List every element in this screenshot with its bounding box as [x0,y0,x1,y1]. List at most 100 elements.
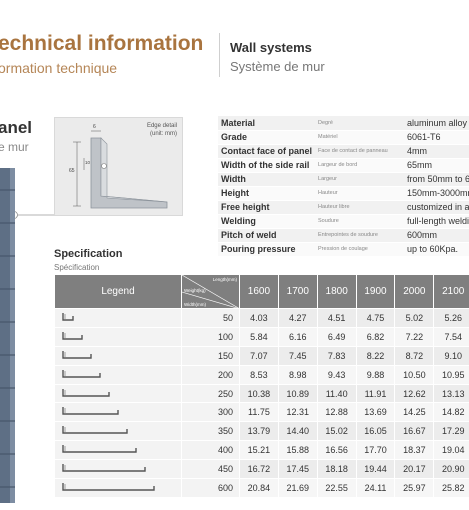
weight-cell: 25.82 [433,478,469,498]
weight-cell: 17.70 [355,440,396,461]
specification-row: 40015.2115.8816.5617.7018.3719.042 [54,440,469,461]
length-header: 1900 [355,274,396,309]
width-cell: 50 [181,308,240,328]
spec-french: Face de contact de panneau [315,144,404,159]
weight-cell: 14.40 [277,421,318,442]
specification-title: Specification [54,248,123,260]
spec-key: Contact face of panel [218,144,316,159]
specification-row: 25010.3810.8911.4011.9112.6213.131 [54,383,469,404]
weight-cell: 15.02 [316,421,357,442]
weight-cell: 21.69 [277,478,318,498]
length-header: 1600 [239,274,279,309]
specification-row: 30011.7512.3112.8813.6914.2514.821 [54,402,469,423]
edge-detail-label-line1: Edge detail [146,123,177,129]
weight-cell: 10.50 [394,364,435,385]
weight-cell: 22.55 [316,478,357,498]
weight-cell: 4.51 [316,308,357,328]
spec-key: Material [218,116,316,131]
spec-row: Grade Matériel 6061-T6 [218,130,469,145]
length-header: 2000 [394,274,435,309]
weight-cell: 6.82 [355,326,396,347]
specification-row: 504.034.274.514.755.025.265 [54,308,469,328]
weight-cell: 19.04 [433,440,469,461]
spec-row: Width Largeur from 50mm to 6 [218,172,469,187]
specification-row: 2008.538.989.439.8810.5010.951 [54,364,469,385]
spec-value: 4mm [403,144,469,159]
weight-cell: 13.79 [239,421,279,442]
weight-cell: 11.75 [239,402,279,423]
spec-key: Pouring pressure [218,242,316,257]
weight-cell: 8.98 [277,364,318,385]
width-cell: 150 [181,345,240,366]
edge-detail-box: Edge detail (unit: mm) 6 65 10 [54,117,183,216]
weight-cell: 10.89 [277,383,318,404]
weight-cell: 24.11 [355,478,396,498]
weight-cell: 12.88 [316,402,357,423]
specification-row: 45016.7217.4518.1819.4420.1720.902 [54,459,469,480]
weight-cell: 8.53 [239,364,279,385]
legend-header: Legend [54,274,182,309]
weight-cell: 10.95 [433,364,469,385]
weight-cell: 7.07 [239,345,279,366]
weight-cell: 18.37 [394,440,435,461]
profile-legend-icon [54,421,182,442]
wall-systems-title: Wall systems [230,40,312,55]
weight-cell: 12.62 [394,383,435,404]
weight-cell: 14.25 [394,402,435,423]
spec-french: Degré [315,116,404,131]
weight-cell: 18.18 [316,459,357,480]
profile-legend-icon [54,345,182,366]
width-cell: 400 [181,440,240,461]
width-cell: 350 [181,421,240,442]
spec-row: Free height Hauteur libre customized in a [218,200,469,215]
profile-legend-icon [54,459,182,480]
spec-row: Pouring pressure Pression de coulage up to… [218,242,469,257]
spec-key: Pitch of weld [218,228,316,243]
header-subtitle: ormation technique [0,60,118,76]
weight-cell: 11.91 [355,383,396,404]
weight-cell: 6.16 [277,326,318,347]
edge-detail-label-line2: (unit: mm) [150,131,177,137]
spec-key: Width of the side rail [218,158,316,173]
header-divider [219,33,220,77]
weight-cell: 5.26 [433,308,469,328]
material-spec-table: Material Degré aluminum alloy Grade Matériel… [218,116,469,257]
spec-key: Grade [218,130,316,145]
specification-header-row: Legend Length(mm) Weight(kg) Width(mm) 1… [54,274,469,309]
spec-row: Width of the side rail Largeur de bord 65m… [218,158,469,173]
profile-legend-icon [54,308,182,328]
spec-french: Pression de coulage [315,242,404,257]
weight-cell: 17.45 [277,459,318,480]
specification-row: 35013.7914.4015.0216.0516.6717.291 [54,421,469,442]
weight-cell: 10.38 [239,383,279,404]
spec-value: customized in a [403,200,469,215]
weight-cell: 15.88 [277,440,318,461]
specification-row: 60020.8421.6922.5524.1125.9725.822 [54,478,469,498]
width-cell: 250 [181,383,240,404]
edge-dim-top: 6 [93,124,96,130]
weight-cell: 15.21 [239,440,279,461]
spec-key: Width [218,172,316,187]
weight-cell: 6.49 [316,326,357,347]
weight-cell: 16.67 [394,421,435,442]
spec-row: Material Degré aluminum alloy [218,116,469,131]
spec-row: Welding Soudure full-length weldi [218,214,469,229]
spec-french: Matériel [315,130,404,145]
weight-cell: 4.75 [355,308,396,328]
width-cell: 300 [181,402,240,423]
weight-cell: 11.40 [316,383,357,404]
spec-value: from 50mm to 6 [403,172,469,187]
length-header: 1700 [277,274,318,309]
profile-legend-icon [54,440,182,461]
header-title: echnical information [0,32,204,55]
specification-row: 1005.846.166.496.827.227.547 [54,326,469,347]
length-header: 2100 [433,274,469,309]
weight-cell: 9.43 [316,364,357,385]
spec-value: 6061-T6 [403,130,469,145]
spec-french: Soudure [315,214,404,229]
weight-cell: 20.90 [433,459,469,480]
spec-key: Welding [218,214,316,229]
weight-cell: 7.83 [316,345,357,366]
detail-connector [15,211,55,219]
profile-legend-icon [54,383,182,404]
